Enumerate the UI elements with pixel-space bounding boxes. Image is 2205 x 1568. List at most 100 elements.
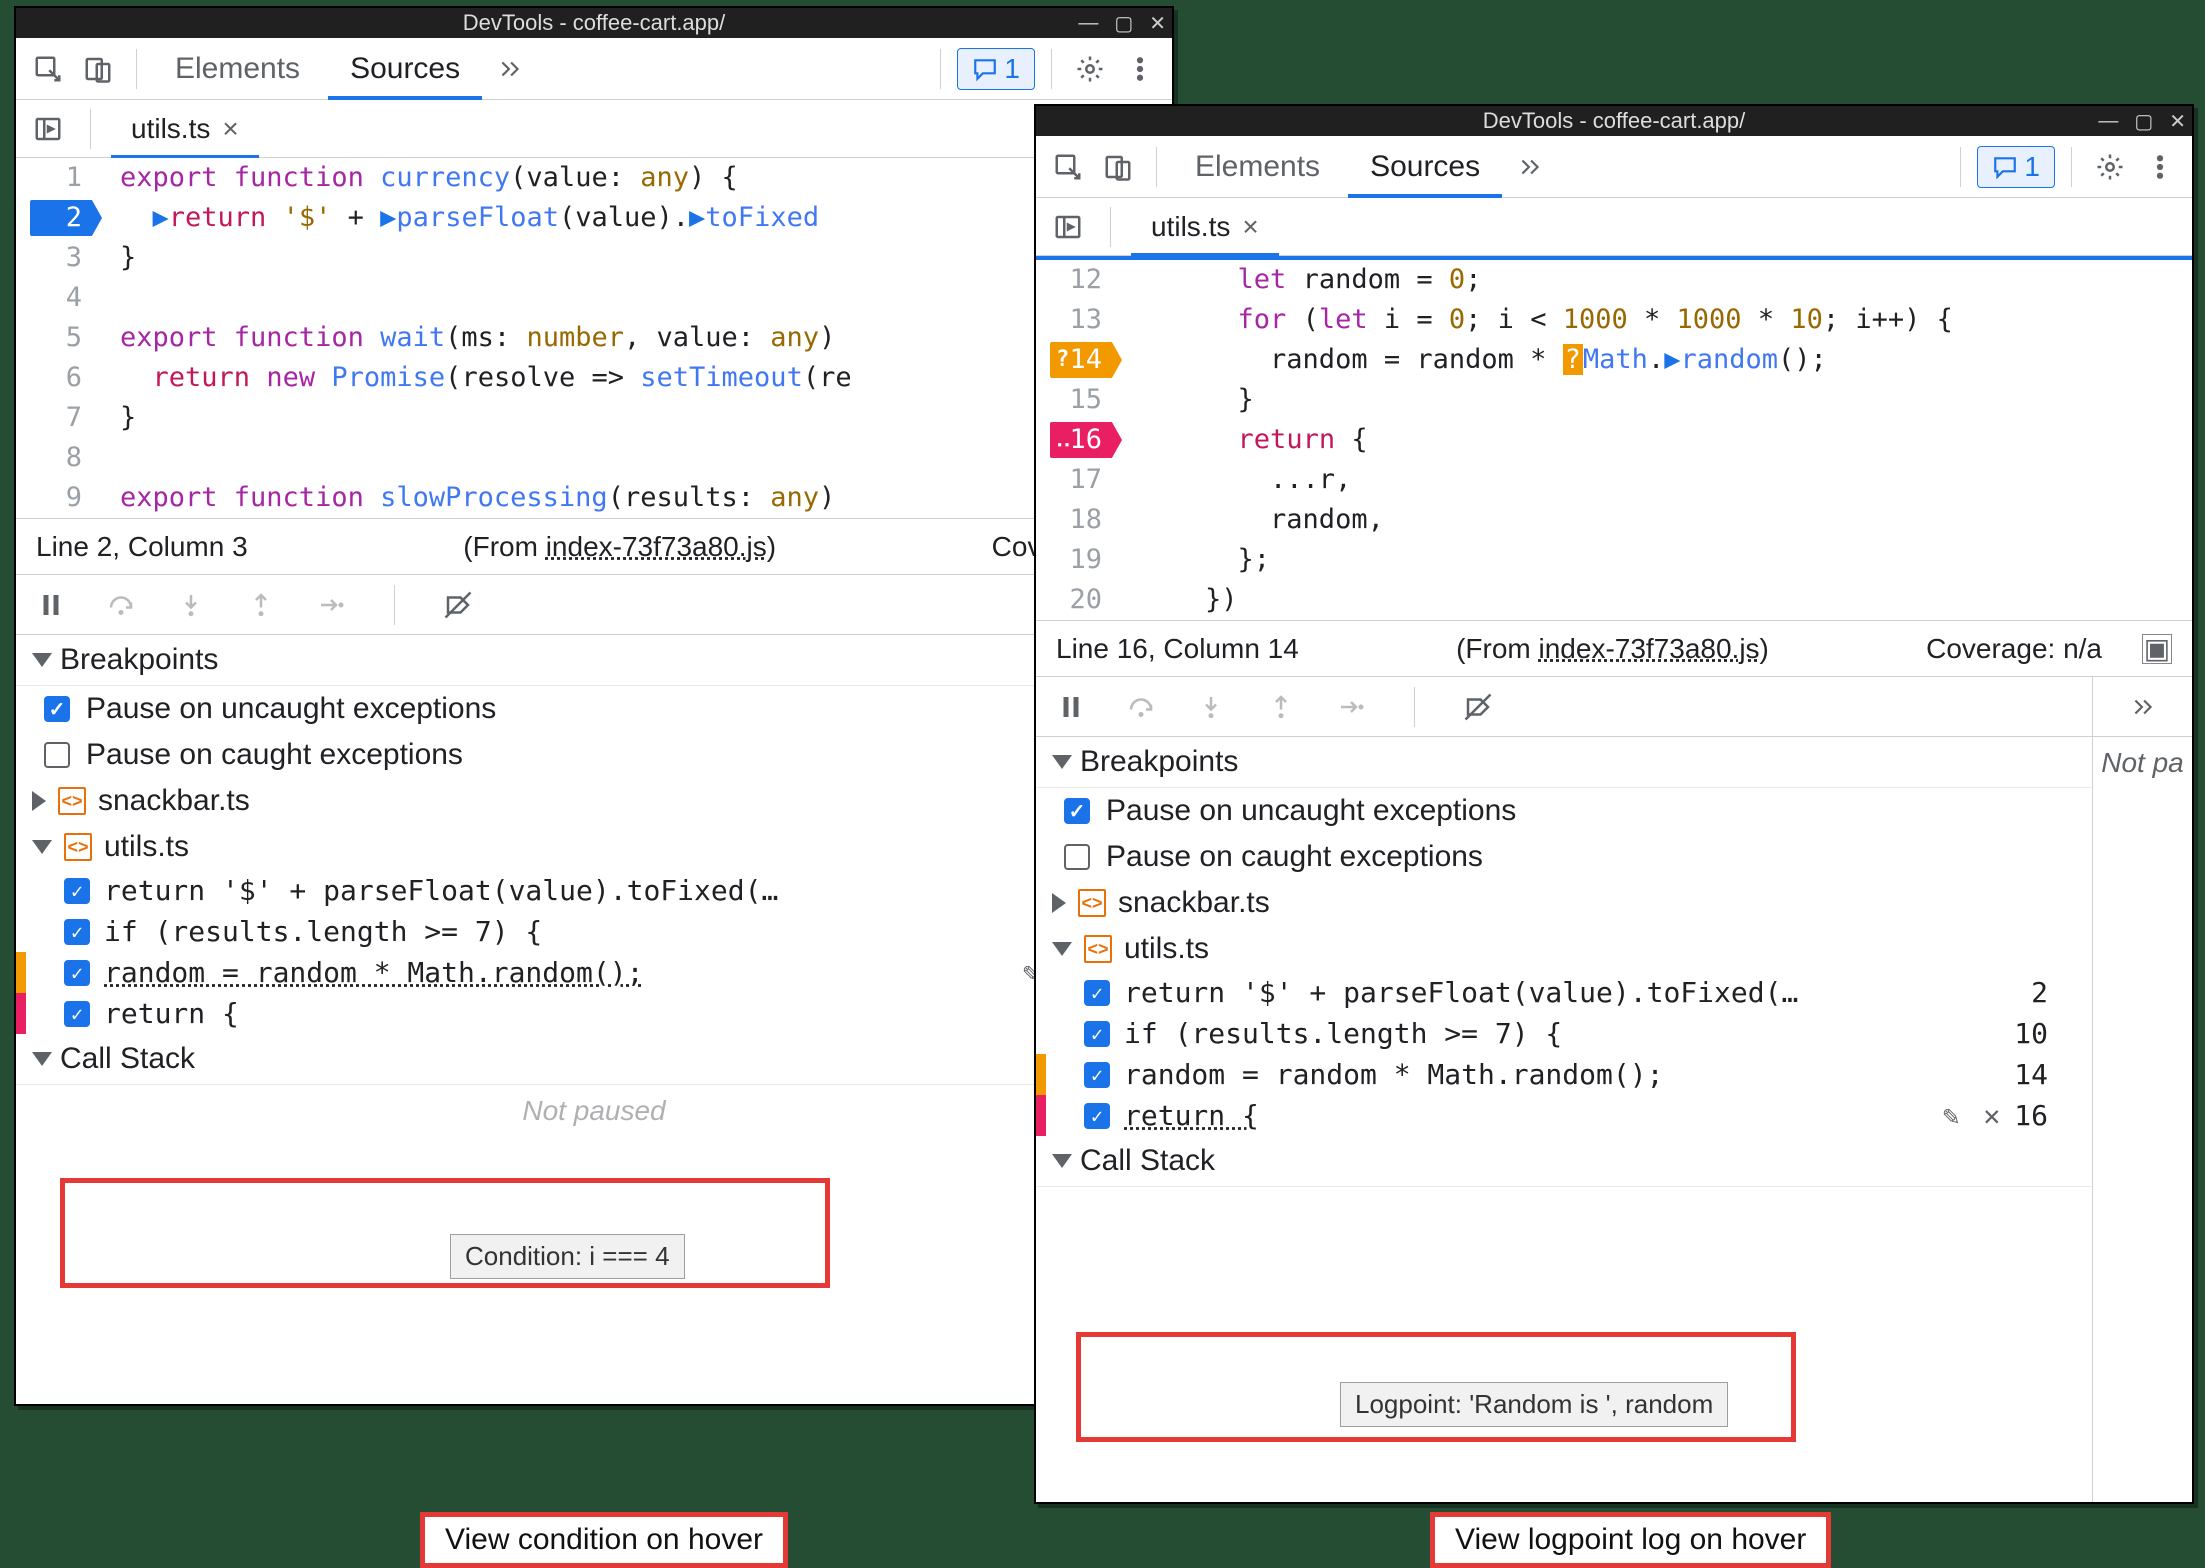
kebab-menu-icon[interactable] <box>1118 47 1162 91</box>
breakpoint-row[interactable]: if (results.length >= 7) {10 <box>16 911 1172 952</box>
line-number[interactable]: ?14 <box>1036 340 1136 380</box>
deactivate-breakpoints-button[interactable] <box>1461 690 1495 724</box>
breakpoints-section-header[interactable]: Breakpoints <box>16 635 1172 686</box>
settings-icon[interactable] <box>1068 47 1112 91</box>
line-number[interactable]: 15 <box>1036 380 1136 420</box>
line-number[interactable]: 3 <box>16 238 116 278</box>
line-number[interactable]: 13 <box>1036 300 1136 340</box>
callstack-section-header[interactable]: Call Stack <box>16 1034 1172 1085</box>
breakpoint-row[interactable]: random = random * Math.random();✎✕14 <box>16 952 1172 993</box>
expand-panes-icon[interactable] <box>2093 677 2192 737</box>
issues-badge[interactable]: 1 <box>1977 146 2055 188</box>
breakpoint-row[interactable]: return {16 <box>16 993 1172 1034</box>
delete-breakpoint-icon[interactable]: ✕ <box>1983 1099 2000 1132</box>
tab-elements[interactable]: Elements <box>1173 136 1342 197</box>
window-maximize-button[interactable]: ▢ <box>2134 109 2153 134</box>
close-tab-icon[interactable]: × <box>1242 211 1258 243</box>
checkbox-icon[interactable] <box>1064 844 1090 870</box>
kebab-menu-icon[interactable] <box>2138 145 2182 189</box>
window-close-button[interactable]: ✕ <box>2169 109 2186 134</box>
pause-button[interactable] <box>34 588 68 622</box>
line-number[interactable]: 9 <box>16 478 116 518</box>
line-number[interactable]: 20 <box>1036 580 1136 620</box>
code-line[interactable]: 8 <box>16 438 1172 478</box>
file-group-utils[interactable]: <>utils.ts <box>1036 926 2092 972</box>
step-button[interactable] <box>314 588 348 622</box>
step-out-button[interactable] <box>1264 690 1298 724</box>
code-line[interactable]: 6 return new Promise(resolve => setTimeo… <box>16 358 1172 398</box>
code-line[interactable]: 12 let random = 0; <box>1036 260 2192 300</box>
line-number[interactable]: 2 <box>16 198 116 238</box>
checkbox-icon[interactable] <box>44 742 70 768</box>
close-tab-icon[interactable]: × <box>222 113 238 145</box>
code-line[interactable]: 3} <box>16 238 1172 278</box>
breakpoint-row[interactable]: return '$' + parseFloat(value).toFixed(…… <box>1036 972 2092 1013</box>
pause-uncaught-row[interactable]: Pause on uncaught exceptions <box>1036 788 2092 834</box>
pause-caught-row[interactable]: Pause on caught exceptions <box>1036 834 2092 880</box>
line-number[interactable]: 12 <box>1036 260 1136 300</box>
step-over-button[interactable] <box>104 588 138 622</box>
code-line[interactable]: 4 <box>16 278 1172 318</box>
tab-sources[interactable]: Sources <box>328 38 482 99</box>
line-number[interactable]: 7 <box>16 398 116 438</box>
code-line[interactable]: ?14 random = random * ?Math.▶random(); <box>1036 340 2192 380</box>
line-number[interactable]: 19 <box>1036 540 1136 580</box>
more-tabs-icon[interactable] <box>488 47 532 91</box>
line-number[interactable]: ‥16 <box>1036 420 1136 460</box>
tab-elements[interactable]: Elements <box>153 38 322 99</box>
step-into-button[interactable] <box>1194 690 1228 724</box>
source-map-from[interactable]: (From index-73f73a80.js) <box>1339 633 1886 665</box>
step-out-button[interactable] <box>244 588 278 622</box>
step-button[interactable] <box>1334 690 1368 724</box>
navigator-toggle-icon[interactable] <box>1046 205 1090 249</box>
line-number[interactable]: 5 <box>16 318 116 358</box>
code-editor[interactable]: 12 let random = 0;13 for (let i = 0; i <… <box>1036 256 2192 621</box>
checkbox-checked-icon[interactable] <box>64 960 90 986</box>
pause-uncaught-row[interactable]: Pause on uncaught exceptions <box>16 686 1172 732</box>
checkbox-checked-icon[interactable] <box>1084 980 1110 1006</box>
code-line[interactable]: 7} <box>16 398 1172 438</box>
breakpoint-row[interactable]: random = random * Math.random();14 <box>1036 1054 2092 1095</box>
line-number[interactable]: 1 <box>16 158 116 198</box>
code-line[interactable]: 2 ▶return '$' + ▶parseFloat(value).▶toFi… <box>16 198 1172 238</box>
code-line[interactable]: 18 random, <box>1036 500 2192 540</box>
settings-icon[interactable] <box>2088 145 2132 189</box>
line-number[interactable]: 18 <box>1036 500 1136 540</box>
breakpoint-row[interactable]: return '$' + parseFloat(value).toFixed(…… <box>16 870 1172 911</box>
pause-button[interactable] <box>1054 690 1088 724</box>
code-line[interactable]: ‥16 return { <box>1036 420 2192 460</box>
window-minimize-button[interactable]: — <box>1078 12 1098 35</box>
code-line[interactable]: 19 }; <box>1036 540 2192 580</box>
more-tabs-icon[interactable] <box>1508 145 1552 189</box>
checkbox-checked-icon[interactable] <box>1084 1103 1110 1129</box>
line-number[interactable]: 8 <box>16 438 116 478</box>
device-toggle-icon[interactable] <box>76 47 120 91</box>
file-group-utils[interactable]: <>utils.ts <box>16 824 1172 870</box>
code-line[interactable]: 13 for (let i = 0; i < 1000 * 1000 * 10;… <box>1036 300 2192 340</box>
step-into-button[interactable] <box>174 588 208 622</box>
deactivate-breakpoints-button[interactable] <box>441 588 475 622</box>
line-number[interactable]: 4 <box>16 278 116 318</box>
code-line[interactable]: 1export function currency(value: any) { <box>16 158 1172 198</box>
code-line[interactable]: 9export function slowProcessing(results:… <box>16 478 1172 518</box>
device-toggle-icon[interactable] <box>1096 145 1140 189</box>
file-tab-utils[interactable]: utils.ts × <box>1131 198 1279 255</box>
breakpoint-row[interactable]: if (results.length >= 7) {10 <box>1036 1013 2092 1054</box>
line-number[interactable]: 17 <box>1036 460 1136 500</box>
navigator-toggle-icon[interactable] <box>26 107 70 151</box>
issues-badge[interactable]: 1 <box>957 48 1035 90</box>
callstack-section-header[interactable]: Call Stack <box>1036 1136 2092 1187</box>
breakpoint-row[interactable]: return {✎✕16 <box>1036 1095 2092 1136</box>
source-map-from[interactable]: (From index-73f73a80.js) <box>288 531 952 563</box>
window-maximize-button[interactable]: ▢ <box>1114 11 1133 36</box>
collapse-icon[interactable]: ▣ <box>2142 634 2172 664</box>
file-group-snackbar[interactable]: <>snackbar.ts <box>1036 880 2092 926</box>
inspect-icon[interactable] <box>1046 145 1090 189</box>
window-minimize-button[interactable]: — <box>2098 110 2118 133</box>
code-editor[interactable]: 1export function currency(value: any) {2… <box>16 158 1172 519</box>
edit-breakpoint-icon[interactable]: ✎ <box>1943 1099 1960 1132</box>
pause-caught-row[interactable]: Pause on caught exceptions <box>16 732 1172 778</box>
code-line[interactable]: 20 }) <box>1036 580 2192 620</box>
code-line[interactable]: 17 ...r, <box>1036 460 2192 500</box>
checkbox-checked-icon[interactable] <box>64 1001 90 1027</box>
